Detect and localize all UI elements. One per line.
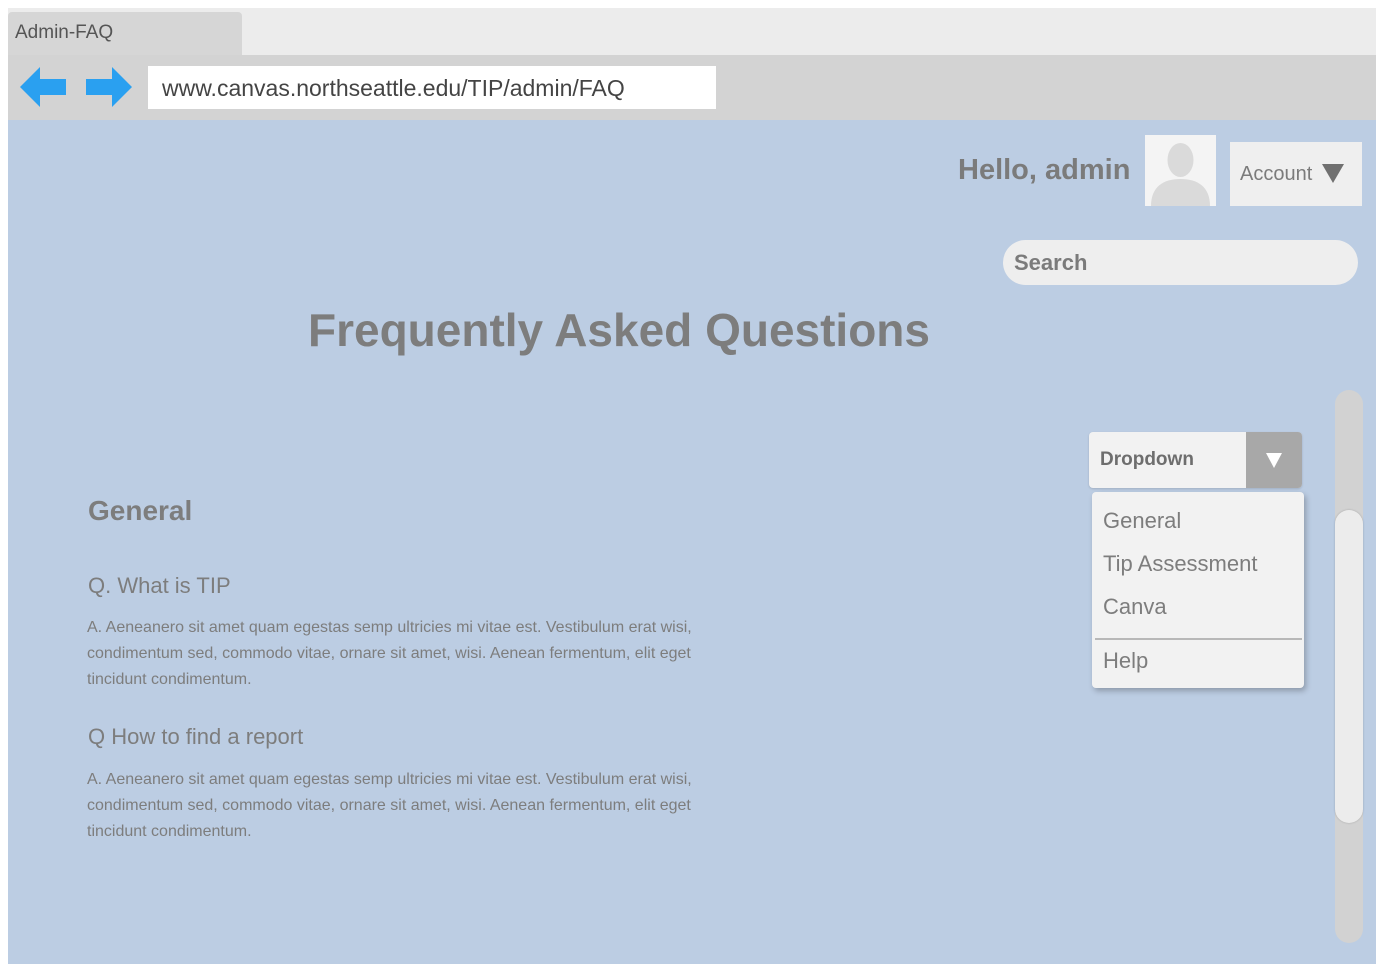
account-label: Account	[1240, 163, 1313, 185]
address-bar[interactable]: www.canvas.northseattle.edu/TIP/admin/FA…	[148, 66, 716, 109]
avatar[interactable]	[1145, 135, 1216, 206]
browser-navbar: www.canvas.northseattle.edu/TIP/admin/FA…	[8, 55, 1376, 120]
forward-arrow-icon[interactable]	[86, 67, 132, 107]
menu-item-tip-assessment[interactable]: Tip Assessment	[1103, 551, 1257, 577]
page-content: Hello, admin Account Frequently Asked Qu…	[8, 120, 1376, 964]
browser-window: Admin-FAQ www.canvas.northseattle.edu/TI…	[8, 8, 1376, 964]
user-silhouette-icon	[1151, 143, 1210, 206]
scrollbar-thumb[interactable]	[1335, 510, 1363, 823]
faq-question: Q. What is TIP	[88, 573, 231, 598]
url-text: www.canvas.northseattle.edu/TIP/admin/FA…	[162, 75, 625, 101]
menu-item-help[interactable]: Help	[1103, 648, 1148, 674]
category-dropdown[interactable]: Dropdown	[1089, 432, 1302, 488]
faq-answer: A. Aeneanero sit amet quam egestas semp …	[87, 619, 692, 688]
menu-divider	[1095, 638, 1302, 640]
page-title: Frequently Asked Questions	[308, 304, 930, 356]
menu-item-general[interactable]: General	[1103, 508, 1181, 534]
tab-title: Admin-FAQ	[15, 22, 114, 43]
faq-answer: A. Aeneanero sit amet quam egestas semp …	[87, 771, 692, 840]
section-heading: General	[88, 495, 193, 526]
account-button[interactable]: Account	[1230, 142, 1362, 206]
dropdown-label: Dropdown	[1100, 449, 1194, 470]
faq-question: Q How to find a report	[88, 724, 304, 749]
greeting-text: Hello, admin	[958, 154, 1131, 186]
menu-item-canva[interactable]: Canva	[1103, 594, 1167, 620]
browser-tab[interactable]: Admin-FAQ	[8, 12, 242, 56]
back-arrow-icon[interactable]	[20, 67, 66, 107]
caret-down-icon	[1322, 164, 1344, 183]
dropdown-menu: General Tip Assessment Canva Help	[1092, 492, 1304, 688]
dropdown-toggle-button[interactable]	[1246, 432, 1302, 488]
caret-down-icon	[1266, 453, 1282, 468]
search-input[interactable]	[1003, 240, 1358, 285]
